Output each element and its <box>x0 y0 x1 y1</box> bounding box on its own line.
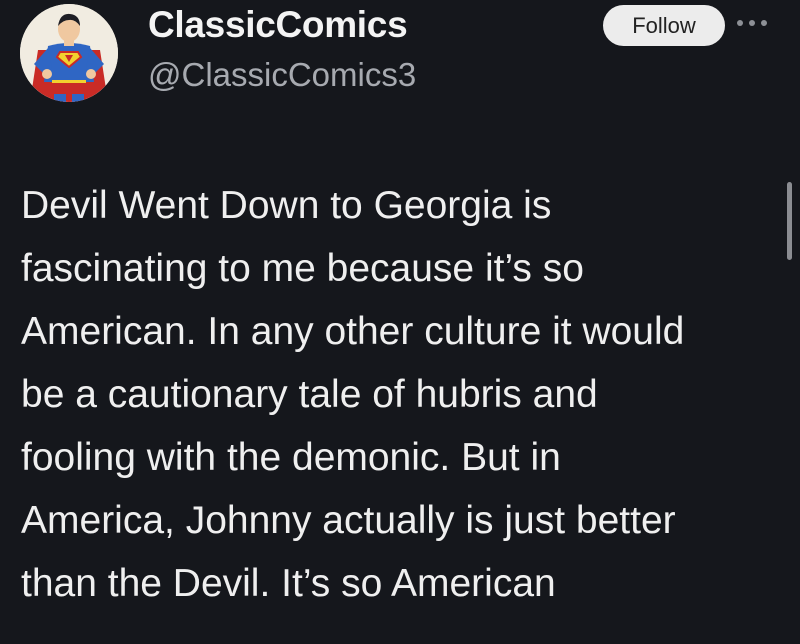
post-text-line: America, Johnny actually is just better <box>21 499 676 542</box>
author-display-name[interactable]: ClassicComics <box>148 4 408 46</box>
post-text-line: fooling with the demonic. But in <box>21 436 561 479</box>
superman-avatar-icon <box>20 4 118 102</box>
dot <box>737 20 743 26</box>
follow-button[interactable]: Follow <box>603 5 725 46</box>
avatar[interactable] <box>20 4 118 102</box>
author-handle[interactable]: @ClassicComics3 <box>148 56 416 94</box>
post-text-line: than the Devil. It’s so American <box>21 562 556 605</box>
post-text-line: fascinating to me because it’s so <box>21 247 584 290</box>
post-text-line: be a cautionary tale of hubris and <box>21 373 598 416</box>
dot <box>761 20 767 26</box>
dot <box>749 20 755 26</box>
post-text-line: Devil Went Down to Georgia is <box>21 184 552 227</box>
more-options-icon[interactable] <box>737 17 767 29</box>
post-card: ClassicComics @ClassicComics3 Follow Dev… <box>0 0 800 644</box>
post-text-line: American. In any other culture it would <box>21 310 685 353</box>
post-text: Devil Went Down to Georgia is fascinatin… <box>21 174 781 615</box>
scrollbar[interactable] <box>787 182 792 260</box>
